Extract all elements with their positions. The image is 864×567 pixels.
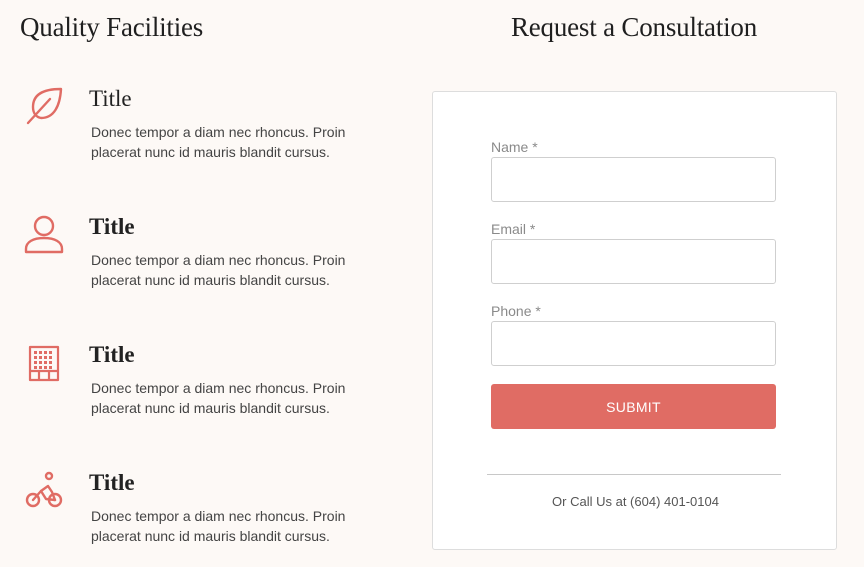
feature-title: Title: [89, 214, 135, 239]
phone-label: Phone *: [491, 303, 541, 319]
feature-item: Title Donec tempor a diam nec rhoncus. P…: [20, 342, 400, 442]
feature-title: Title: [89, 470, 135, 495]
feature-title: Title: [89, 342, 135, 367]
feature-description: Donec tempor a diam nec rhoncus. Proin p…: [91, 508, 346, 544]
email-label: Email *: [491, 221, 536, 237]
feature-title: Title: [89, 86, 132, 111]
building-icon: [24, 342, 64, 382]
call-us-text: Or Call Us at (604) 401-0104: [552, 494, 719, 509]
feature-description: Donec tempor a diam nec rhoncus. Proin p…: [91, 380, 346, 416]
feature-description: Donec tempor a diam nec rhoncus. Proin p…: [91, 252, 346, 288]
bicycle-icon: [24, 470, 64, 510]
feature-item: Title Donec tempor a diam nec rhoncus. P…: [20, 86, 400, 186]
consultation-heading: Request a Consultation: [510, 12, 758, 42]
divider: [487, 474, 781, 475]
consultation-form: Name * Email * Phone * SUBMIT Or Call Us…: [432, 91, 837, 550]
submit-button[interactable]: SUBMIT: [491, 384, 776, 429]
facilities-heading: Quality Facilities: [20, 12, 204, 42]
feature-description: Donec tempor a diam nec rhoncus. Proin p…: [91, 124, 346, 160]
feature-item: Title Donec tempor a diam nec rhoncus. P…: [20, 214, 400, 314]
feature-item: Title Donec tempor a diam nec rhoncus. P…: [20, 470, 400, 567]
phone-field[interactable]: [491, 321, 776, 366]
leaf-icon: [24, 86, 64, 126]
email-field[interactable]: [491, 239, 776, 284]
user-icon: [24, 214, 64, 254]
name-label: Name *: [491, 139, 538, 155]
name-field[interactable]: [491, 157, 776, 202]
